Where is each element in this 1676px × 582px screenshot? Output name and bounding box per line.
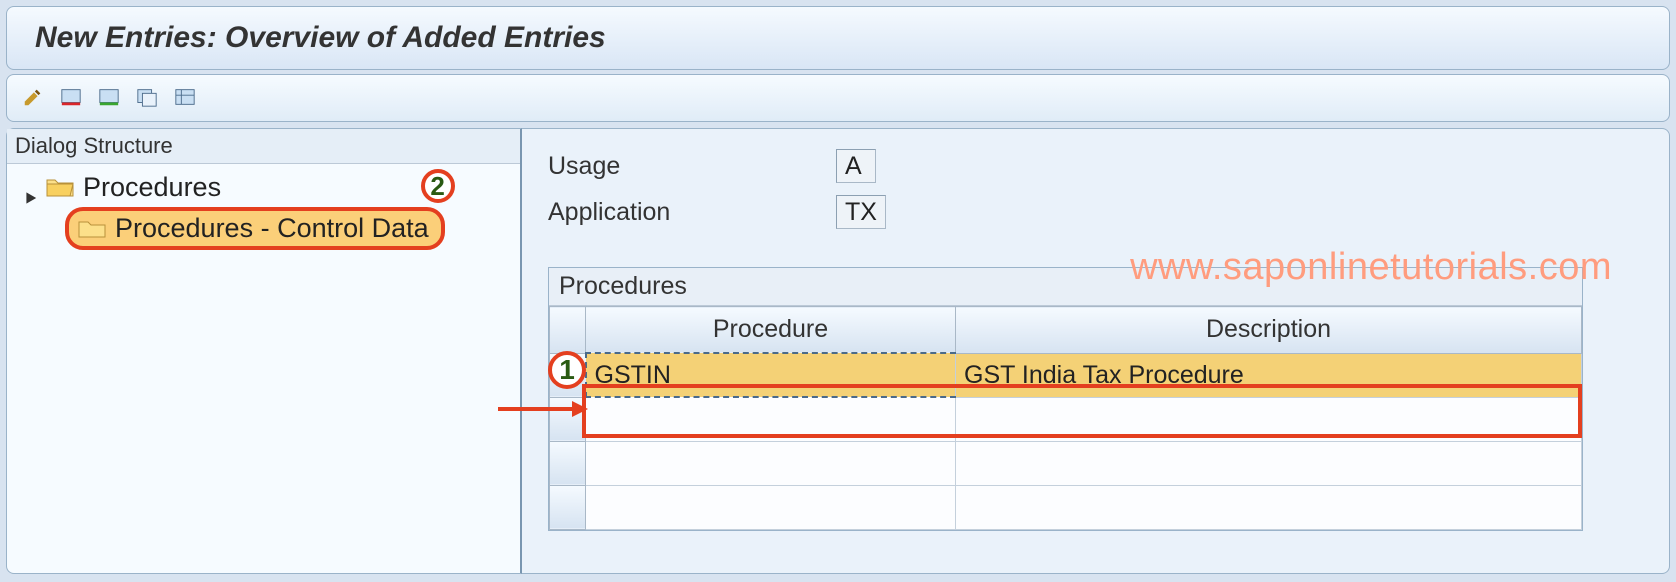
toolbar-delete-row-button[interactable] [57, 84, 85, 112]
grid-description-header[interactable]: Description [956, 307, 1582, 354]
form-row-usage: Usage A [548, 149, 1669, 183]
table-plus-icon [98, 86, 120, 111]
annotation-step-2: 2 [421, 169, 455, 203]
procedure-cell[interactable] [586, 485, 956, 529]
toolbar [6, 74, 1670, 122]
annotation-step-1: 1 [548, 351, 586, 389]
table-row[interactable]: GSTIN GST India Tax Procedure [550, 353, 1582, 397]
page-title: New Entries: Overview of Added Entries [6, 6, 1670, 70]
description-cell-value: GST India Tax Procedure [964, 361, 1244, 389]
content-panel: Usage A Application TX Procedures Proced… [522, 128, 1670, 574]
collapse-icon[interactable] [25, 181, 39, 195]
procedures-grid-container: Procedures Procedure Description GSTIN G… [548, 267, 1583, 531]
table-minus-icon [60, 86, 82, 111]
tree-node-control-data[interactable]: Procedures - Control Data 2 [65, 207, 445, 250]
tree-header: Dialog Structure [7, 129, 520, 164]
usage-value: A [845, 152, 862, 181]
table-copy-icon [136, 86, 158, 111]
application-label: Application [548, 198, 836, 227]
procedure-cell[interactable]: GSTIN [586, 353, 956, 397]
procedure-cell[interactable] [586, 441, 956, 485]
procedure-cell[interactable] [586, 397, 956, 441]
annotation-arrow-icon [498, 399, 588, 424]
usage-field[interactable]: A [836, 149, 876, 183]
description-cell[interactable] [956, 397, 1582, 441]
tree-node-control-data-wrapper: Procedures - Control Data 2 [7, 205, 520, 252]
table-row[interactable] [550, 485, 1582, 529]
application-value: TX [845, 198, 877, 227]
grid-procedure-header[interactable]: Procedure [586, 307, 956, 354]
pencil-icon [22, 86, 44, 111]
description-cell[interactable]: GST India Tax Procedure [956, 353, 1582, 397]
procedures-grid: Procedure Description GSTIN GST India Ta… [549, 306, 1582, 530]
main-split: Dialog Structure Procedures Procedures -… [6, 128, 1670, 574]
usage-label: Usage [548, 152, 836, 181]
grid-title: Procedures [549, 268, 1582, 306]
table-row[interactable] [550, 397, 1582, 441]
table-row[interactable] [550, 441, 1582, 485]
toolbar-copy-button[interactable] [133, 84, 161, 112]
tree-node-control-data-label: Procedures - Control Data [115, 213, 429, 244]
folder-icon [77, 217, 107, 241]
tree-node-procedures-label: Procedures [83, 172, 221, 203]
row-selector[interactable] [550, 485, 586, 529]
dialog-structure-panel: Dialog Structure Procedures Procedures -… [6, 128, 522, 574]
toolbar-config-button[interactable] [171, 84, 199, 112]
table-config-icon [174, 86, 196, 111]
row-selector[interactable] [550, 441, 586, 485]
folder-open-icon [45, 176, 75, 200]
page-title-text: New Entries: Overview of Added Entries [35, 21, 606, 54]
toolbar-edit-button[interactable] [19, 84, 47, 112]
procedure-cell-value: GSTIN [595, 361, 671, 389]
application-field[interactable]: TX [836, 195, 886, 229]
description-cell[interactable] [956, 441, 1582, 485]
form-row-application: Application TX [548, 195, 1669, 229]
tree-body: Procedures Procedures - Control Data 2 [7, 164, 520, 258]
description-cell[interactable] [956, 485, 1582, 529]
grid-selector-header[interactable] [550, 307, 586, 354]
toolbar-add-row-button[interactable] [95, 84, 123, 112]
